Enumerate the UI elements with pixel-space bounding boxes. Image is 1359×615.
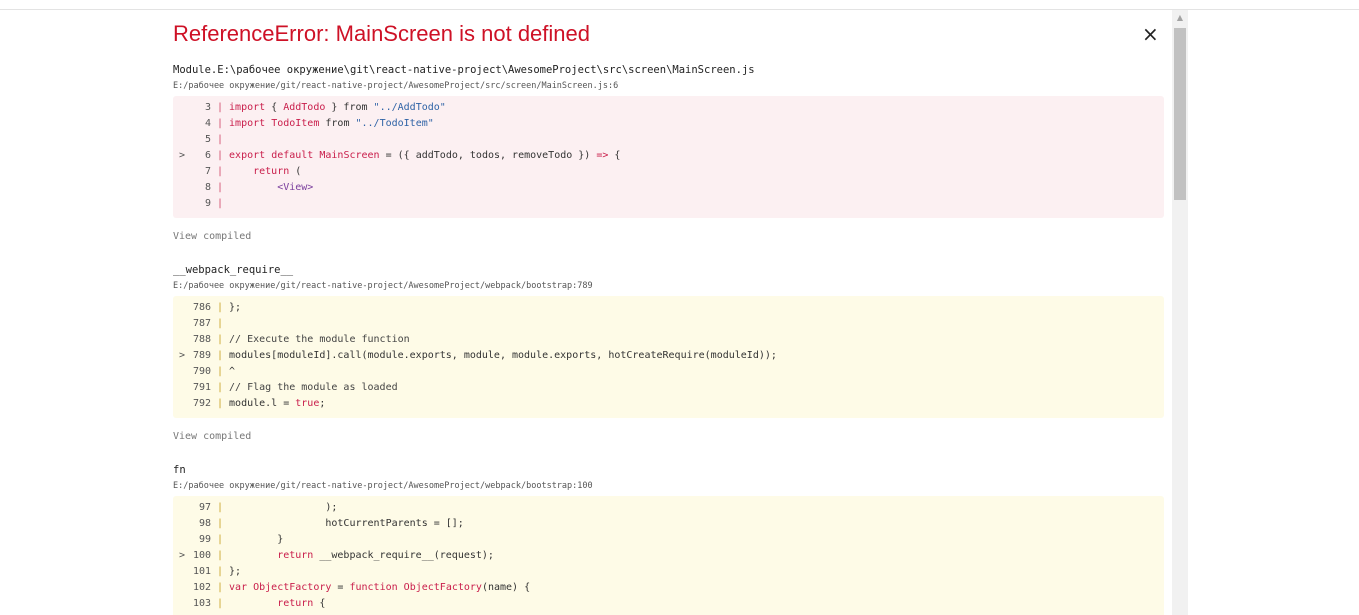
code-line: 790 | ^ xyxy=(192,366,236,377)
code-line: 99 | } xyxy=(198,534,284,545)
frame-function-name: Module.E:\рабочее окружение\git\react-na… xyxy=(173,64,755,76)
close-icon[interactable]: × xyxy=(1142,24,1159,44)
code-snippet: 786 |}; 787 | 788 |// Execute the module fu… xyxy=(173,296,1164,418)
frame-function-name: __webpack_require__ xyxy=(173,264,294,276)
code-line: 102 | var ObjectFactory = function ObjectF… xyxy=(192,582,531,593)
code-line: 5 | xyxy=(204,134,224,145)
code-line: 791 |// Flag the module as loaded xyxy=(192,382,398,393)
frame-function-name: fn xyxy=(173,464,186,476)
code-line: 4 | import TodoItem from "../TodoItem" xyxy=(204,118,434,129)
error-title: ReferenceError: MainScreen is not define… xyxy=(173,21,590,46)
frame-file-path[interactable]: E:/рабочее окружение/git/react-native-pr… xyxy=(173,481,593,491)
triangle-up-icon[interactable]: ▲ xyxy=(1172,10,1188,26)
code-line: 786 |}; xyxy=(192,302,242,313)
view-compiled-link[interactable]: View compiled xyxy=(173,431,251,442)
code-line: 101 |}; xyxy=(192,566,242,577)
code-line: 8 | <View> xyxy=(204,182,314,193)
code-line: 787 | xyxy=(192,318,224,329)
code-line-highlighted: >789 | modules[moduleId].call(module.expor… xyxy=(179,350,777,361)
code-line: 788 |// Execute the module function xyxy=(192,334,410,345)
vertical-scrollbar[interactable]: ▲ xyxy=(1172,10,1188,615)
code-line: 97 | ); xyxy=(198,502,338,513)
code-snippet: 97 | ); 98 | hotCurrentParents = []; 99 | }… xyxy=(173,496,1164,615)
view-compiled-link[interactable]: View compiled xyxy=(173,231,251,242)
code-line: 9 | xyxy=(204,198,224,209)
frame-file-path[interactable]: E:/рабочее окружение/git/react-native-pr… xyxy=(173,281,593,291)
code-line: 98 | hotCurrentParents = []; xyxy=(198,518,464,529)
code-line-highlighted: >100 | return __webpack_require__(request… xyxy=(179,550,494,561)
code-snippet: 3 | import { AddTodo } from "../AddTodo" 4… xyxy=(173,96,1164,218)
code-line-highlighted: >6 | export default MainScreen = ({ addTod… xyxy=(179,150,621,161)
frame-file-path[interactable]: E:/рабочее окружение/git/react-native-pr… xyxy=(173,81,618,91)
code-line: 103 | return { xyxy=(192,598,326,609)
scrollbar-thumb[interactable] xyxy=(1174,28,1186,200)
code-line: 792 | module.l = true; xyxy=(192,398,326,409)
code-line: 3 | import { AddTodo } from "../AddTodo" xyxy=(204,102,446,113)
error-overlay: ReferenceError: MainScreen is not define… xyxy=(160,10,1188,615)
code-line: 7 | return ( xyxy=(204,166,302,177)
